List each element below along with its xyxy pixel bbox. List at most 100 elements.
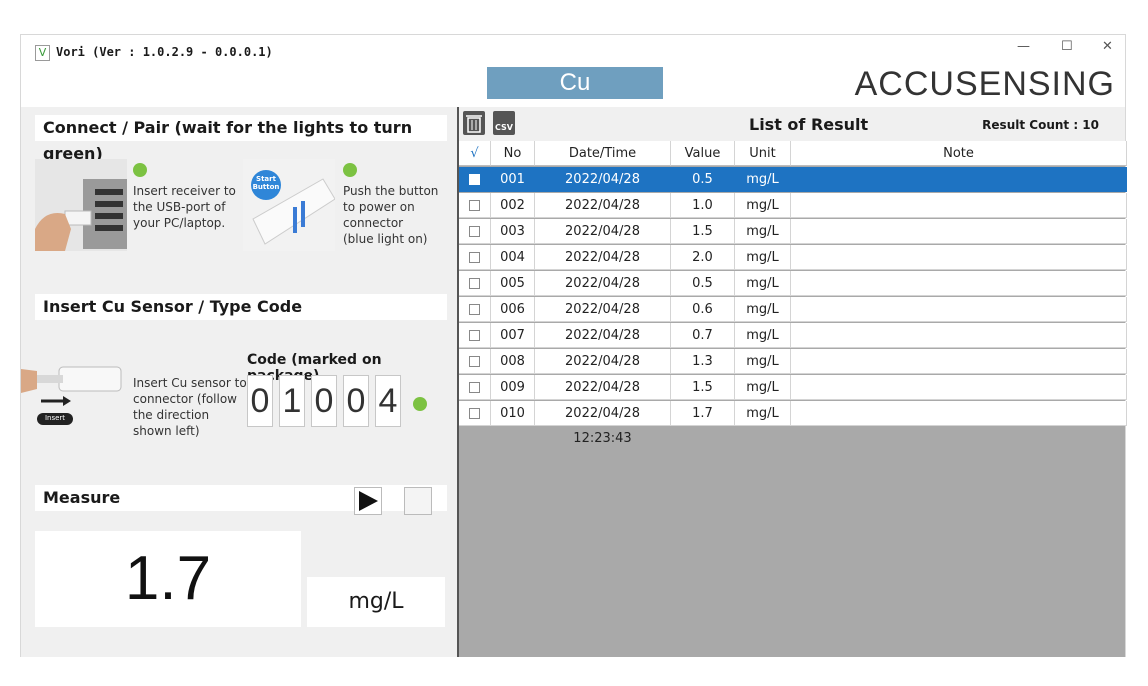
- code-digit-1[interactable]: 0: [247, 375, 273, 427]
- cell-note[interactable]: [791, 167, 1127, 192]
- col-unit[interactable]: Unit: [735, 141, 791, 166]
- connector-image: Start Button: [243, 159, 335, 251]
- step2-instruction: Push the button to power on connector (blue…: [343, 184, 439, 246]
- row-checkbox[interactable]: [459, 349, 491, 374]
- cell-note[interactable]: [791, 193, 1127, 218]
- measure-unit: mg/L: [307, 577, 445, 627]
- cell-value: 1.3: [671, 349, 735, 374]
- table-row[interactable]: 0032022/04/28 11:07:251.5mg/L: [459, 219, 1127, 264]
- close-button[interactable]: ✕: [1102, 39, 1113, 54]
- sensor-instruction: Insert Cu sensor to connector (follow the …: [133, 376, 247, 438]
- table-row[interactable]: 010 2022/04/28 12:23:43 1.7 mg/L: [459, 401, 1127, 446]
- select-all-checkbox[interactable]: √: [459, 141, 491, 166]
- cell-no: 002: [491, 193, 535, 218]
- measure-value: 1.7: [35, 531, 301, 627]
- checkbox-icon[interactable]: [469, 304, 480, 315]
- cell-note[interactable]: [791, 349, 1127, 374]
- cell-note[interactable]: [791, 297, 1127, 322]
- table-row[interactable]: 0052022/04/28 11:28:440.5mg/L: [459, 271, 1127, 316]
- checkbox-icon[interactable]: [469, 226, 480, 237]
- laptop-usb-icon: [35, 179, 127, 251]
- stop-measure-button[interactable]: [404, 487, 432, 515]
- code-digit-3[interactable]: 0: [311, 375, 337, 427]
- title-bar: V Vori (Ver : 1.0.2.9 - 0.0.0.1) — ☐ ✕ C…: [21, 35, 1125, 107]
- cell-note[interactable]: [791, 375, 1127, 400]
- cell-no: 008: [491, 349, 535, 374]
- maximize-button[interactable]: ☐: [1061, 39, 1073, 54]
- table-row[interactable]: 0062022/04/28 11:36:180.6mg/L: [459, 297, 1127, 342]
- mode-badge: Cu: [487, 67, 663, 99]
- app-window: V Vori (Ver : 1.0.2.9 - 0.0.0.1) — ☐ ✕ C…: [20, 34, 1127, 657]
- checkbox-icon[interactable]: [469, 252, 480, 263]
- cell-note[interactable]: [791, 401, 1127, 426]
- checkbox-icon[interactable]: [469, 382, 480, 393]
- minimize-button[interactable]: —: [1017, 39, 1030, 54]
- results-toolbar: CSV List of Result Result Count : 10: [459, 107, 1125, 141]
- row-checkbox[interactable]: [459, 193, 491, 218]
- cell-value: 1.5: [671, 219, 735, 244]
- checkbox-icon[interactable]: [469, 174, 480, 185]
- col-value[interactable]: Value: [671, 141, 735, 166]
- table-row[interactable]: 0022022/04/28 10:55:061.0mg/L: [459, 193, 1127, 238]
- table-row[interactable]: 0082022/04/28 11:49:231.3mg/L: [459, 349, 1127, 394]
- code-status-light: [413, 397, 427, 411]
- cell-unit: mg/L: [735, 401, 791, 426]
- table-row[interactable]: 0092022/04/28 12:05:031.5mg/L: [459, 375, 1127, 420]
- cell-datetime: 2022/04/28 12:23:43: [535, 401, 671, 446]
- checkbox-icon[interactable]: [469, 200, 480, 211]
- cell-note[interactable]: [791, 245, 1127, 270]
- cell-datetime: 2022/04/28 10:55:06: [535, 193, 671, 238]
- cell-value: 0.6: [671, 297, 735, 322]
- checkbox-icon[interactable]: [469, 278, 480, 289]
- list-title: List of Result: [749, 115, 869, 134]
- cell-no: 010: [491, 401, 535, 426]
- col-datetime[interactable]: Date/Time: [535, 141, 671, 166]
- measure-heading: Measure: [35, 485, 447, 511]
- app-title: Vori (Ver : 1.0.2.9 - 0.0.0.1): [56, 45, 273, 59]
- row-checkbox[interactable]: [459, 245, 491, 270]
- code-digit-2[interactable]: 1: [279, 375, 305, 427]
- connector-status-light: [343, 163, 357, 177]
- code-digit-5[interactable]: 4: [375, 375, 401, 427]
- checkbox-icon[interactable]: [469, 408, 480, 419]
- csv-export-icon[interactable]: CSV: [493, 111, 515, 135]
- row-checkbox[interactable]: [459, 323, 491, 348]
- connect-heading: Connect / Pair (wait for the lights to t…: [35, 115, 447, 163]
- play-icon: [359, 491, 378, 511]
- cell-no: 005: [491, 271, 535, 296]
- row-checkbox[interactable]: [459, 219, 491, 244]
- trash-icon[interactable]: [463, 111, 485, 135]
- checkbox-icon[interactable]: [469, 356, 480, 367]
- cell-datetime: 2022/04/28 11:07:25: [535, 219, 671, 264]
- cell-no: 004: [491, 245, 535, 270]
- insert-label: Insert: [44, 414, 66, 422]
- results-panel: CSV List of Result Result Count : 10 √ N…: [457, 107, 1127, 657]
- start-button-label: Start Button: [252, 175, 280, 191]
- row-checkbox[interactable]: [459, 401, 491, 426]
- row-checkbox[interactable]: [459, 297, 491, 322]
- result-count: Result Count : 10: [982, 118, 1099, 132]
- col-no[interactable]: No: [491, 141, 535, 166]
- start-measure-button[interactable]: [354, 487, 382, 515]
- row-checkbox[interactable]: [459, 167, 491, 192]
- row-checkbox[interactable]: [459, 375, 491, 400]
- cell-note[interactable]: [791, 271, 1127, 296]
- usb-receiver-image: [35, 159, 127, 251]
- control-panel: Connect / Pair (wait for the lights to t…: [21, 107, 457, 657]
- cell-no: 007: [491, 323, 535, 348]
- row-checkbox[interactable]: [459, 271, 491, 296]
- cell-value: 0.7: [671, 323, 735, 348]
- receiver-status-light: [133, 163, 147, 177]
- cell-unit: mg/L: [735, 349, 791, 374]
- table-row[interactable]: 0042022/04/28 11:15:232.0mg/L: [459, 245, 1127, 290]
- cell-no: 006: [491, 297, 535, 322]
- table-row[interactable]: 0012022/04/28 10:49:130.5mg/L: [459, 167, 1127, 212]
- cell-note[interactable]: [791, 219, 1127, 244]
- checkbox-icon[interactable]: [469, 330, 480, 341]
- col-note[interactable]: Note: [791, 141, 1127, 166]
- code-digit-4[interactable]: 0: [343, 375, 369, 427]
- table-row[interactable]: 0072022/04/28 11:42:150.7mg/L: [459, 323, 1127, 368]
- cell-note[interactable]: [791, 323, 1127, 348]
- cell-unit: mg/L: [735, 323, 791, 348]
- cell-unit: mg/L: [735, 271, 791, 296]
